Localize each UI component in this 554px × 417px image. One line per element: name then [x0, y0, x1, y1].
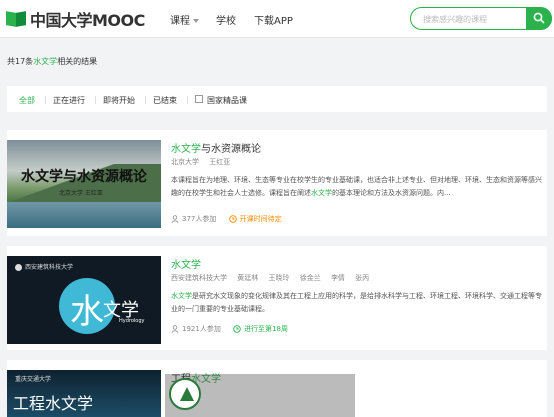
filter-national-label: 国家精品课	[207, 96, 247, 105]
course-stats: 1921人参加 进行至第18周	[171, 324, 288, 334]
thumbnail-title: 工程水文学	[13, 394, 94, 413]
search-box	[410, 7, 552, 30]
search-icon	[533, 12, 545, 24]
filter-all[interactable]: 全部	[19, 95, 35, 106]
enrolled-text: 377人参加	[182, 215, 217, 223]
user-icon	[171, 215, 179, 223]
course-school[interactable]: 北京大学	[171, 158, 199, 166]
course-meta: 西安建筑科技大学 黄廷林 王晓玲 徐金兰 李倩 张丙	[171, 273, 377, 283]
desc-text: 的基本理论和方法及水资源问题。内...	[332, 189, 451, 197]
thumbnail-university: 西安建筑科技大学	[15, 262, 73, 271]
search-button[interactable]	[526, 7, 552, 30]
search-input[interactable]	[423, 11, 523, 27]
course-card[interactable]: 水文学与水资源概论 北京大学 王红亚 水文学与水资源概论 北京大学 王红亚 本课…	[7, 130, 547, 236]
desc-text: 是研究水文现象的变化规律及其在工程上应用的科学，是给排水科学与工程、环境工程、环…	[171, 292, 542, 313]
divider	[45, 96, 46, 104]
enrolled-text: 1921人参加	[182, 325, 221, 333]
course-meta: 北京大学 王红亚	[171, 157, 238, 167]
nav-school[interactable]: 学校	[216, 12, 236, 27]
filter-bar: 全部 正在进行 即将开始 已结束 国家精品课	[7, 86, 547, 112]
university-emblem-icon	[15, 264, 22, 271]
divider	[187, 96, 188, 104]
course-thumbnail[interactable]: 水文学与水资源概论 北京大学 王红亚	[7, 140, 161, 228]
course-stats: 377人参加 开课时间待定	[171, 214, 282, 224]
thumbnail-subtitle: 北京大学 王红亚	[59, 190, 103, 197]
watermark-seal-icon	[169, 378, 201, 410]
course-thumbnail[interactable]: 西安建筑科技大学 水 文学 Hydrology	[7, 256, 161, 344]
enrolled-count: 1921人参加	[171, 325, 223, 333]
top-navigation-bar: 中国大学MOOC 课程 学校 下载APP	[0, 0, 554, 38]
divider	[145, 96, 146, 104]
course-title-rest: 与水资源概论	[201, 144, 261, 155]
course-thumbnail[interactable]: 重庆交通大学 工程水文学	[7, 370, 161, 417]
course-status: 进行至第18周	[233, 325, 288, 333]
nav-download-app[interactable]: 下载APP	[254, 12, 293, 27]
chevron-down-icon	[193, 19, 199, 23]
course-description: 水文学是研究水文现象的变化规律及其在工程上应用的科学，是给排水科学与工程、环境工…	[171, 290, 543, 316]
user-icon	[171, 325, 179, 333]
course-teacher: 王晓玲	[268, 274, 290, 282]
clock-icon	[228, 215, 237, 223]
thumbnail-university-name: 西安建筑科技大学	[25, 264, 74, 271]
result-count-suffix: 相关的结果	[57, 57, 98, 66]
thumbnail-english: Hydrology	[119, 318, 145, 324]
status-text: 开课时间待定	[239, 215, 282, 223]
site-logo[interactable]: 中国大学MOOC	[6, 9, 145, 30]
course-title[interactable]: 水文学与水资源概论	[171, 140, 261, 155]
nav-course-label: 课程	[170, 16, 190, 27]
course-card[interactable]: 西安建筑科技大学 水 文学 Hydrology 水文学 西安建筑科技大学 黄廷林…	[7, 246, 547, 350]
lake-image	[7, 202, 161, 228]
thumbnail-university: 重庆交通大学	[15, 376, 52, 383]
desc-keyword: 水文学	[171, 292, 192, 300]
result-count: 共17条水文学相关的结果	[7, 56, 97, 67]
divider	[95, 96, 96, 104]
desc-keyword: 水文学	[311, 189, 332, 197]
thumbnail-glyph: 水	[70, 292, 104, 332]
national-course-checkbox[interactable]	[195, 95, 203, 103]
enrolled-count: 377人参加	[171, 215, 219, 223]
result-count-prefix: 共17条	[7, 57, 34, 66]
clock-icon	[233, 325, 241, 333]
course-school[interactable]: 西安建筑科技大学	[171, 274, 227, 282]
watermark-overlay	[165, 374, 355, 417]
course-title-keyword: 水文学	[171, 260, 201, 271]
filter-ended[interactable]: 已结束	[153, 95, 177, 106]
course-teacher: 王红亚	[209, 158, 231, 166]
course-teacher: 黄廷林	[237, 274, 259, 282]
filter-ongoing[interactable]: 正在进行	[53, 95, 85, 106]
course-title-keyword: 水文学	[171, 144, 201, 155]
course-teacher: 徐金兰	[299, 274, 321, 282]
course-teacher: 李倩	[330, 274, 345, 282]
logo-text: 中国大学MOOC	[30, 11, 145, 30]
filter-upcoming[interactable]: 即将开始	[103, 95, 135, 106]
course-teacher: 张丙	[355, 274, 370, 282]
thumbnail-title: 水文学与水资源概论	[21, 169, 147, 185]
course-status: 开课时间待定	[228, 215, 282, 223]
logo-book-icon	[6, 10, 26, 28]
nav-course[interactable]: 课程	[170, 12, 199, 27]
course-description: 本课程旨在为地理、环境、生态等专业在校学生的专业基础课，也适合非上述专业、但对地…	[171, 174, 543, 200]
course-title[interactable]: 水文学	[171, 256, 201, 271]
status-text: 进行至第18周	[244, 325, 288, 333]
result-keyword: 水文学	[33, 57, 58, 66]
